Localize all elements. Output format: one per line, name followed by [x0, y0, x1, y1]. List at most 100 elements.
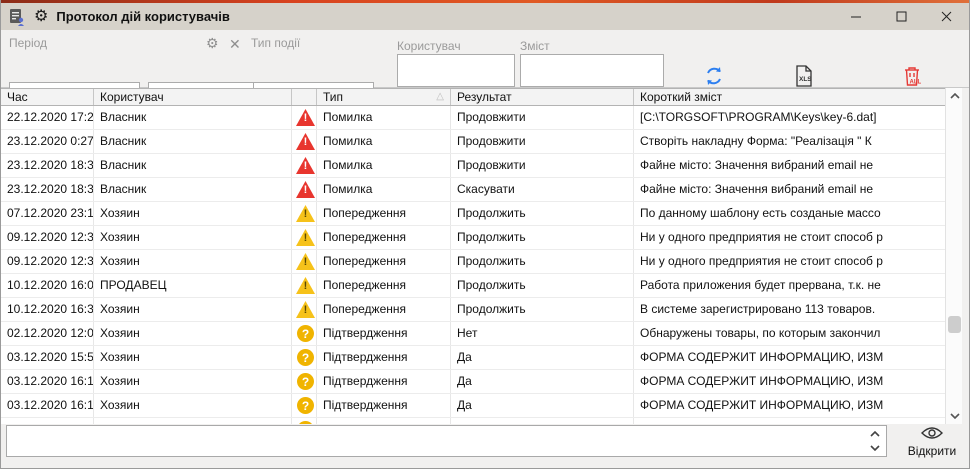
table-row[interactable]: 22.12.2020 17:20:27 Власник Помилка Прод…	[1, 106, 946, 130]
column-header-type[interactable]: Тип△	[317, 89, 451, 105]
event-type-icon	[296, 133, 315, 150]
table-row[interactable]: 23.12.2020 18:31:12 Власник Помилка Скас…	[1, 178, 946, 202]
cell-summary: Ни у одного предприятия не стоит способ …	[634, 250, 946, 273]
event-type-icon	[296, 229, 315, 246]
event-type-icon	[296, 253, 315, 270]
cell-time: 23.12.2020 0:27:29	[1, 130, 94, 153]
cell-summary: Обнаружены товары, по которым закончил	[634, 322, 946, 345]
cell-user: Хозяин	[94, 250, 292, 273]
cell-time: 23.12.2020 18:31:04	[1, 154, 94, 177]
detail-scroll-up-icon[interactable]	[867, 428, 883, 440]
cell-summary: Створіть накладну Форма: "Реалізація " К	[634, 130, 946, 153]
xls-file-icon: XLS	[795, 64, 813, 88]
scroll-up-icon[interactable]	[946, 88, 963, 104]
table-row[interactable]: 02.12.2020 12:09:01 Хозяин Підтвердження…	[1, 322, 946, 346]
table-body: 22.12.2020 17:20:27 Власник Помилка Прод…	[1, 106, 946, 424]
cell-user: Хозяин	[94, 226, 292, 249]
column-header-summary[interactable]: Короткий зміст	[634, 89, 946, 105]
user-filter-value	[398, 63, 514, 78]
cell-user: Хозяин	[94, 370, 292, 393]
content-filter-value	[521, 63, 663, 78]
vertical-scrollbar[interactable]	[945, 88, 962, 424]
table-row[interactable]: 09.12.2020 12:31:00 Хозяин Попередження …	[1, 250, 946, 274]
table-row[interactable]: 03.12.2020 15:51:13 Хозяин Підтвердження…	[1, 346, 946, 370]
cell-icon	[292, 346, 317, 369]
cell-result: Да	[451, 346, 634, 369]
filter-toolbar: Період ⚙ ✕ ✕ ✕ 23 Тип події ✕ Користувач…	[1, 30, 969, 88]
cell-type: Помилка	[317, 178, 451, 201]
cell-user: Хозяин	[94, 298, 292, 321]
column-header-time[interactable]: Час	[1, 89, 94, 105]
user-filter-input[interactable]	[397, 54, 515, 87]
cell-type: Помилка	[317, 106, 451, 129]
event-type-icon	[296, 109, 315, 126]
cell-type: Підтвердження	[317, 394, 451, 417]
cell-summary: Ни у одного предприятия не стоит способ …	[634, 226, 946, 249]
maximize-button[interactable]	[879, 3, 924, 30]
close-button[interactable]	[924, 3, 969, 30]
cell-result: Продолжить	[451, 226, 634, 249]
content-filter-input[interactable]	[520, 54, 664, 87]
cell-icon	[292, 106, 317, 129]
table-row[interactable]: 10.12.2020 16:02:45 ПРОДАВЕЦ Попередженн…	[1, 274, 946, 298]
cell-icon	[292, 370, 317, 393]
cell-time: 03.12.2020 15:51:13	[1, 346, 94, 369]
cell-icon	[292, 178, 317, 201]
cell-time: 07.12.2020 23:19:06	[1, 202, 94, 225]
cell-result: Да	[451, 394, 634, 417]
cell-user: Хозяин	[94, 322, 292, 345]
cell-time: 22.12.2020 17:20:27	[1, 106, 94, 129]
settings-gear-icon[interactable]: ⚙	[34, 9, 48, 25]
cell-user: ПРОДАВЕЦ	[94, 274, 292, 297]
event-type-label: Тип події	[251, 36, 300, 50]
cell-type: Попередження	[317, 298, 451, 321]
cell-type: Помилка	[317, 130, 451, 153]
cell-icon	[292, 226, 317, 249]
table-row[interactable]: 10.12.2020 16:36:06 Хозяин Попередження …	[1, 298, 946, 322]
user-action-log-window: ⚙ Протокол дій користувачів Період ⚙ ✕ ✕…	[0, 0, 970, 469]
cell-result: Продолжить	[451, 250, 634, 273]
column-header-user[interactable]: Користувач	[94, 89, 292, 105]
table-row[interactable]: 23.12.2020 18:31:04 Власник Помилка Прод…	[1, 154, 946, 178]
event-type-icon	[296, 157, 315, 174]
event-type-icon	[296, 301, 315, 318]
column-header-result[interactable]: Результат	[451, 89, 634, 105]
detail-textbox[interactable]	[6, 425, 887, 457]
cell-time: 02.12.2020 12:09:01	[1, 322, 94, 345]
cell-icon	[292, 274, 317, 297]
period-gear-icon[interactable]: ⚙	[206, 36, 219, 50]
cell-summary: ФОРМА СОДЕРЖИТ ИНФОРМАЦИЮ, ИЗМ	[634, 370, 946, 393]
cell-type: Підтвердження	[317, 346, 451, 369]
table-row[interactable]: 07.12.2020 23:19:06 Хозяин Попередження …	[1, 202, 946, 226]
event-type-icon	[296, 373, 315, 390]
cell-time: 10.12.2020 16:02:45	[1, 274, 94, 297]
cell-result: Да	[451, 370, 634, 393]
cell-time: 23.12.2020 18:31:12	[1, 178, 94, 201]
table-row[interactable]: 03.12.2020 16:16:32 Хозяин Підтвердження…	[1, 370, 946, 394]
cell-summary: По данному шаблону есть созданые массо	[634, 202, 946, 225]
open-label: Відкрити	[908, 444, 957, 458]
cell-result: Продолжить	[451, 274, 634, 297]
scrollbar-thumb[interactable]	[948, 316, 961, 333]
user-filter-label: Користувач	[397, 39, 461, 53]
scroll-down-icon[interactable]	[946, 408, 963, 424]
svg-text:ALL: ALL	[910, 79, 922, 85]
eye-icon	[920, 426, 944, 443]
cell-result: Скасувати	[451, 178, 634, 201]
minimize-button[interactable]	[834, 3, 879, 30]
cell-icon	[292, 130, 317, 153]
detail-scroll-down-icon[interactable]	[867, 442, 883, 454]
open-button[interactable]: Відкрити	[899, 426, 965, 458]
cell-user: Власник	[94, 154, 292, 177]
table-row[interactable]: 09.12.2020 12:30:58 Хозяин Попередження …	[1, 226, 946, 250]
table-row[interactable]: 03.12.2020 16:18:52 Хозяин Підтвердження…	[1, 394, 946, 418]
cell-type: Попередження	[317, 274, 451, 297]
cell-time: 03.12.2020 16:16:32	[1, 370, 94, 393]
column-header-icon[interactable]	[292, 89, 317, 105]
cell-result: Продовжити	[451, 130, 634, 153]
period-clear-icon[interactable]: ✕	[229, 37, 241, 51]
cell-result: Продолжить	[451, 202, 634, 225]
table-row[interactable]: 23.12.2020 0:27:29 Власник Помилка Продо…	[1, 130, 946, 154]
event-type-icon	[296, 397, 315, 414]
cell-icon	[292, 298, 317, 321]
